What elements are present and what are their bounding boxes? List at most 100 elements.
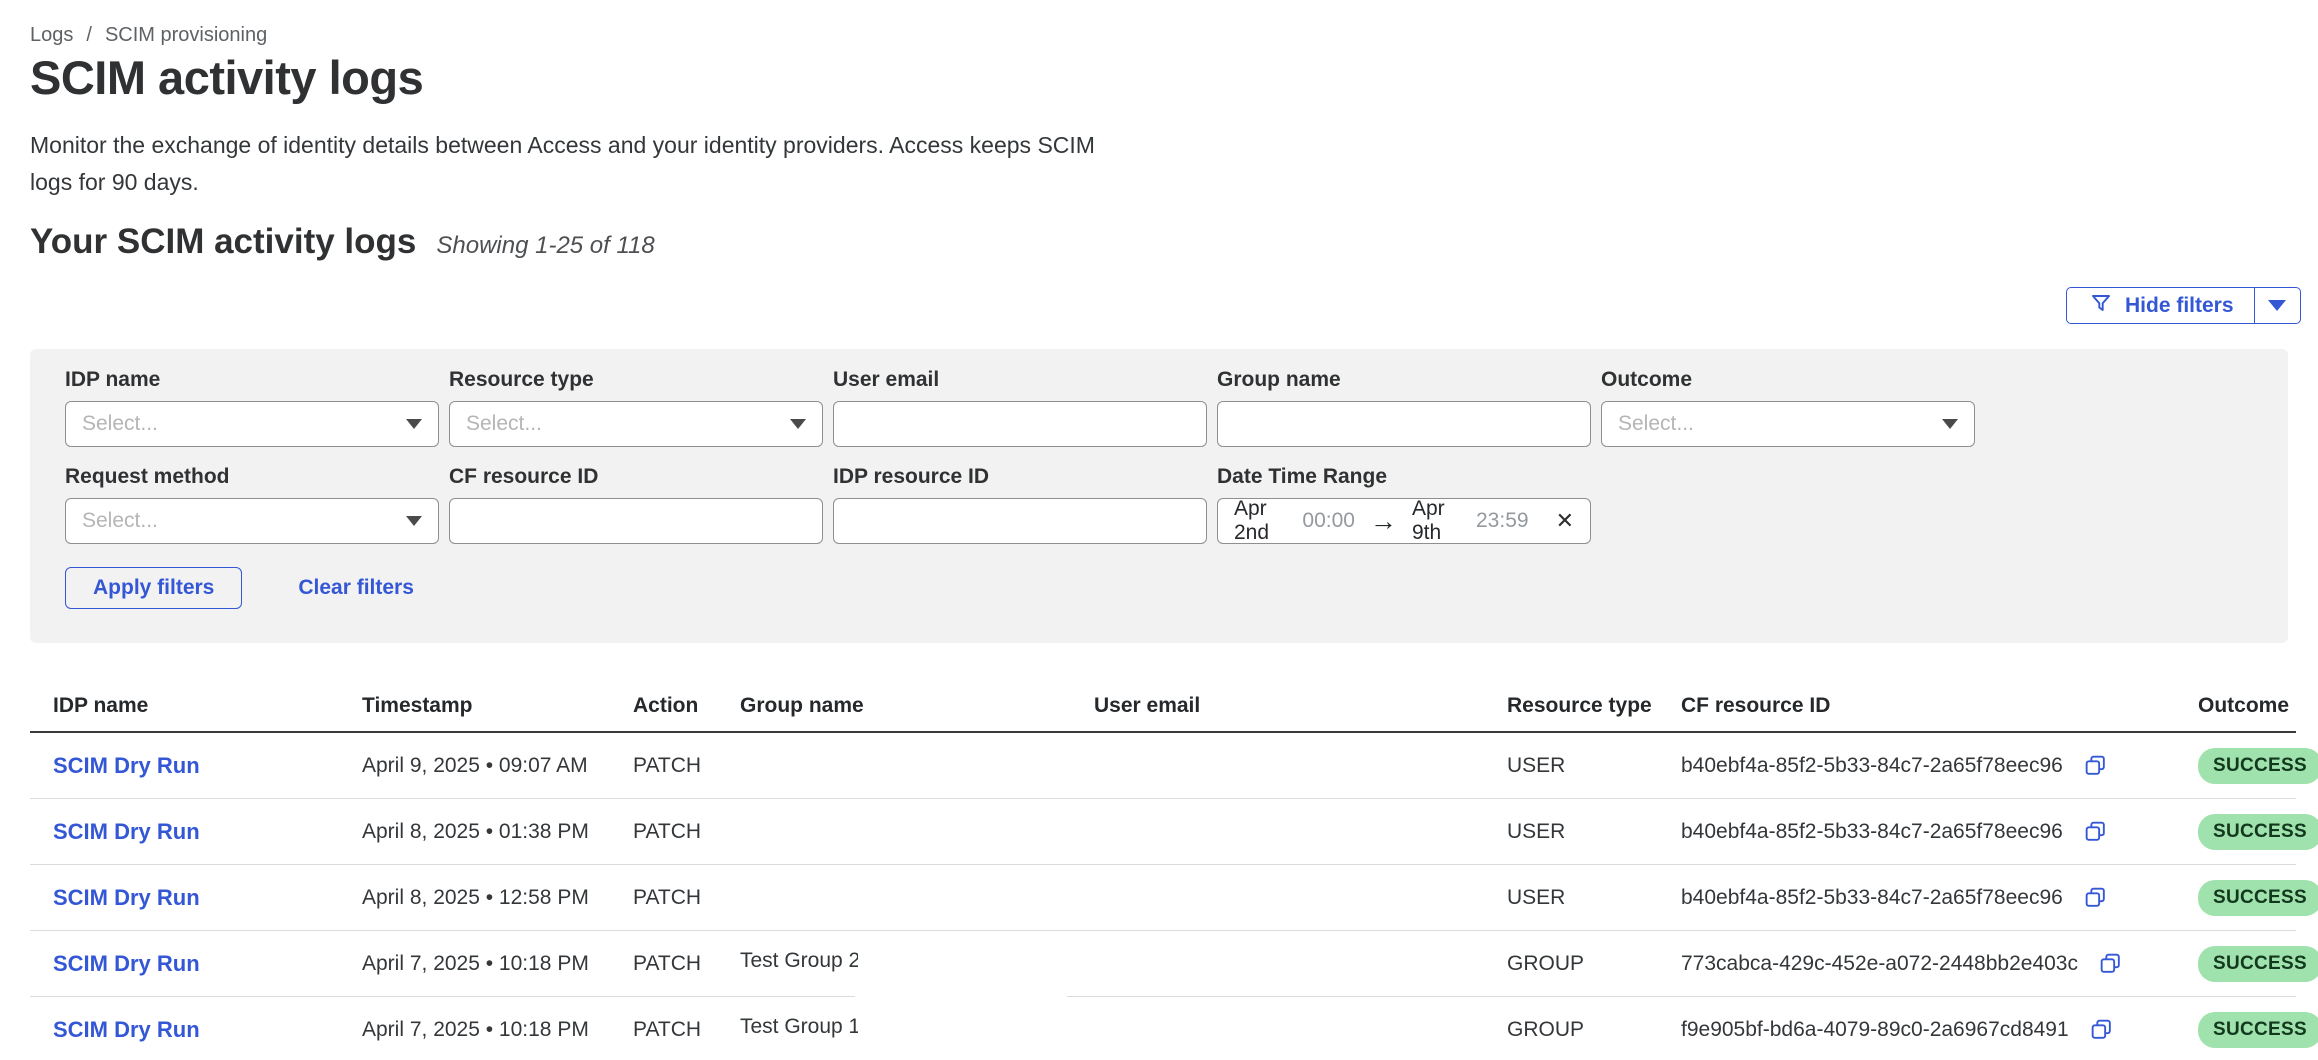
breadcrumb: Logs / SCIM provisioning	[30, 24, 267, 47]
select-caret-icon	[406, 419, 422, 429]
outcome-label: Outcome	[1601, 368, 1975, 392]
cell-idp-name: SCIM Dry Run	[53, 819, 362, 845]
copy-icon[interactable]	[2098, 951, 2123, 976]
cell-outcome: SUCCESS	[2198, 1012, 2296, 1048]
cell-action: PATCH	[633, 754, 740, 778]
activity-logs-table: IDP name Timestamp Action Group name Use…	[30, 694, 2296, 1060]
filter-fields-row1: Select... Select... Select...	[65, 401, 2288, 447]
filter-fields-row2: Select... Apr 2nd 00:00 → Apr 9th 23:59 …	[65, 498, 2288, 544]
cell-timestamp: April 8, 2025 • 12:58 PM	[362, 886, 633, 910]
apply-filters-button[interactable]: Apply filters	[65, 567, 242, 609]
cf-resource-id-value: b40ebf4a-85f2-5b33-84c7-2a65f78eec96	[1681, 820, 2063, 844]
cell-resource-type: USER	[1507, 820, 1681, 844]
cell-resource-type: GROUP	[1507, 1018, 1681, 1042]
cell-idp-name: SCIM Dry Run	[53, 1017, 362, 1043]
clear-date-range-icon[interactable]: ✕	[1556, 508, 1574, 534]
copy-icon[interactable]	[2083, 819, 2108, 844]
col-header-timestamp: Timestamp	[362, 694, 633, 718]
cell-group-name: Test Group 1	[740, 1015, 1094, 1045]
group-name-input[interactable]	[1234, 402, 1574, 446]
hide-filters-dropdown-toggle[interactable]	[2254, 288, 2300, 323]
section-heading-row: Your SCIM activity logs Showing 1-25 of …	[30, 222, 655, 262]
status-badge: SUCCESS	[2198, 1012, 2318, 1048]
resource-type-select[interactable]: Select...	[449, 401, 823, 447]
request-method-label: Request method	[65, 465, 439, 489]
cell-idp-name: SCIM Dry Run	[53, 753, 362, 779]
request-method-select[interactable]: Select...	[65, 498, 439, 544]
col-header-group-name: Group name	[740, 694, 1094, 718]
status-badge: SUCCESS	[2198, 814, 2318, 850]
idp-name-link[interactable]: SCIM Dry Run	[53, 753, 200, 778]
hide-filters-label: Hide filters	[2125, 294, 2234, 318]
cell-timestamp: April 9, 2025 • 09:07 AM	[362, 754, 633, 778]
cell-outcome: SUCCESS	[2198, 748, 2296, 784]
idp-resource-id-input[interactable]	[850, 499, 1190, 543]
status-badge: SUCCESS	[2198, 748, 2318, 784]
range-end-time[interactable]: 23:59	[1476, 509, 1529, 533]
idp-resource-id-label: IDP resource ID	[833, 465, 1207, 489]
user-email-label: User email	[833, 368, 1207, 392]
cell-resource-type: USER	[1507, 886, 1681, 910]
hide-filters-button[interactable]: Hide filters	[2066, 287, 2301, 324]
status-badge: SUCCESS	[2198, 880, 2318, 916]
cell-timestamp: April 7, 2025 • 10:18 PM	[362, 952, 633, 976]
cf-resource-id-value: b40ebf4a-85f2-5b33-84c7-2a65f78eec96	[1681, 754, 2063, 778]
cell-timestamp: April 8, 2025 • 01:38 PM	[362, 820, 633, 844]
filter-buttons-row: Apply filters Clear filters	[65, 567, 2288, 609]
idp-name-select[interactable]: Select...	[65, 401, 439, 447]
breadcrumb-scim-provisioning-link[interactable]: SCIM provisioning	[105, 24, 267, 47]
col-header-resource-type: Resource type	[1507, 694, 1681, 718]
col-header-action: Action	[633, 694, 740, 718]
group-name-value: Test Group 1	[740, 1015, 858, 1039]
cell-idp-name: SCIM Dry Run	[53, 951, 362, 977]
user-email-input[interactable]	[850, 402, 1190, 446]
date-time-range-picker[interactable]: Apr 2nd 00:00 → Apr 9th 23:59 ✕	[1217, 498, 1591, 544]
select-caret-icon	[790, 419, 806, 429]
cell-resource-type: GROUP	[1507, 952, 1681, 976]
cell-group-name	[740, 754, 1094, 778]
idp-name-link[interactable]: SCIM Dry Run	[53, 819, 200, 844]
cell-action: PATCH	[633, 886, 740, 910]
resource-type-label: Resource type	[449, 368, 823, 392]
idp-name-link[interactable]: SCIM Dry Run	[53, 1017, 200, 1042]
breadcrumb-separator: /	[86, 24, 92, 47]
range-start-time[interactable]: 00:00	[1302, 509, 1355, 533]
table-row: SCIM Dry Run April 8, 2025 • 01:38 PM PA…	[30, 799, 2296, 865]
outcome-select[interactable]: Select...	[1601, 401, 1975, 447]
cf-resource-id-input[interactable]	[466, 499, 806, 543]
idp-name-link[interactable]: SCIM Dry Run	[53, 885, 200, 910]
resource-type-placeholder: Select...	[466, 412, 542, 436]
filter-funnel-icon	[2089, 291, 2113, 320]
copy-icon[interactable]	[2083, 885, 2108, 910]
idp-name-link[interactable]: SCIM Dry Run	[53, 951, 200, 976]
hide-filters-main[interactable]: Hide filters	[2067, 288, 2254, 323]
range-start-date[interactable]: Apr 2nd	[1234, 497, 1289, 545]
filter-labels-row1: IDP name Resource type User email Group …	[65, 368, 2288, 392]
group-name-label: Group name	[1217, 368, 1591, 392]
cell-outcome: SUCCESS	[2198, 946, 2296, 982]
showing-count: Showing 1-25 of 118	[436, 232, 654, 260]
scim-activity-logs-page: Logs / SCIM provisioning SCIM activity l…	[0, 0, 2318, 1060]
select-caret-icon	[406, 516, 422, 526]
date-time-range-label: Date Time Range	[1217, 465, 1591, 489]
table-row: SCIM Dry Run April 7, 2025 • 10:18 PM PA…	[30, 997, 2296, 1060]
cell-cf-resource-id: f9e905bf-bd6a-4079-89c0-2a6967cd8491	[1681, 1017, 2198, 1042]
table-row: SCIM Dry Run April 7, 2025 • 10:18 PM PA…	[30, 931, 2296, 997]
group-name-field	[1217, 401, 1591, 447]
cf-resource-id-value: b40ebf4a-85f2-5b33-84c7-2a65f78eec96	[1681, 886, 2063, 910]
cell-idp-name: SCIM Dry Run	[53, 885, 362, 911]
copy-icon[interactable]	[2083, 753, 2108, 778]
range-end-date[interactable]: Apr 9th	[1412, 497, 1463, 545]
cell-action: PATCH	[633, 1018, 740, 1042]
cell-cf-resource-id: 773cabca-429c-452e-a072-2448bb2e403c	[1681, 951, 2198, 976]
cf-resource-id-value: 773cabca-429c-452e-a072-2448bb2e403c	[1681, 952, 2078, 976]
idp-name-label: IDP name	[65, 368, 439, 392]
idp-name-placeholder: Select...	[82, 412, 158, 436]
cell-group-name	[740, 886, 1094, 910]
copy-icon[interactable]	[2089, 1017, 2114, 1042]
breadcrumb-logs-link[interactable]: Logs	[30, 24, 73, 47]
request-method-placeholder: Select...	[82, 509, 158, 533]
clear-filters-link[interactable]: Clear filters	[298, 576, 414, 600]
filter-labels-row2: Request method CF resource ID IDP resour…	[65, 465, 2288, 489]
cell-action: PATCH	[633, 952, 740, 976]
